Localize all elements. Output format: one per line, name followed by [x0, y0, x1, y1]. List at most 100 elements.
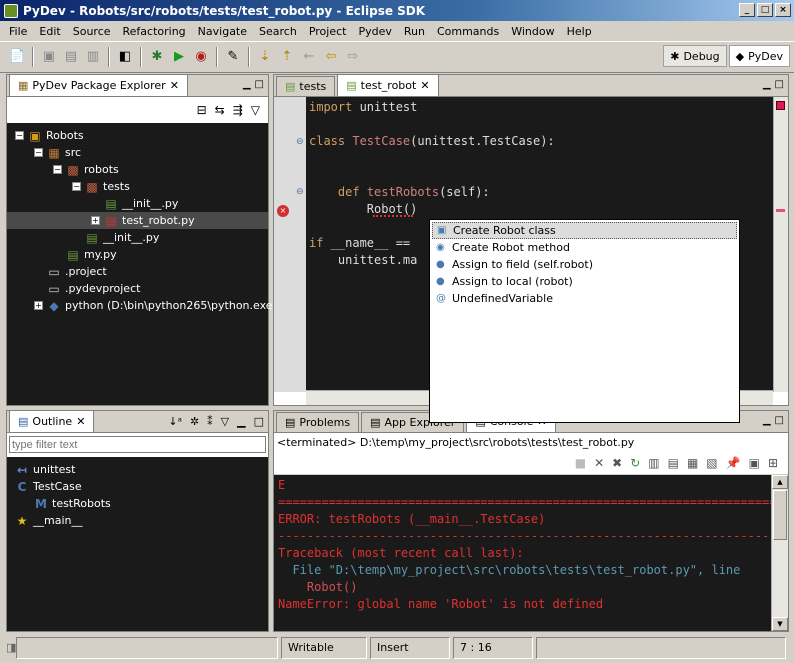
- console-output[interactable]: E =======================================…: [274, 475, 771, 631]
- menu-window[interactable]: Window: [505, 25, 560, 38]
- run-icon[interactable]: ▶: [171, 49, 187, 65]
- editor-tab-tests[interactable]: ▤ tests: [276, 76, 336, 96]
- show-on-output-icon[interactable]: ▧: [706, 456, 717, 470]
- tree-item[interactable]: ▭ .pydevproject: [7, 280, 268, 297]
- tree-item[interactable]: ▤ __init__.py: [7, 195, 268, 212]
- collapse-icon[interactable]: −: [15, 131, 24, 140]
- open-console-icon[interactable]: ⊞: [768, 456, 778, 470]
- tree-item[interactable]: − ▦ src: [7, 144, 268, 161]
- view-menu-icon[interactable]: ▽: [251, 103, 260, 117]
- expand-icon[interactable]: +: [91, 216, 100, 225]
- clear-console-icon[interactable]: ▥: [648, 456, 659, 470]
- menu-navigate[interactable]: Navigate: [192, 25, 253, 38]
- tree-item[interactable]: + ◆ python (D:\bin\python265\python.exe): [7, 297, 277, 314]
- menu-pydev[interactable]: Pydev: [352, 25, 397, 38]
- perspective-debug[interactable]: ✱ Debug: [663, 45, 727, 67]
- debug-icon[interactable]: ✱: [149, 49, 165, 65]
- collapse-icon[interactable]: −: [72, 182, 81, 191]
- pin-console-icon[interactable]: 📌: [726, 456, 741, 470]
- fold-icon[interactable]: ⊖: [296, 137, 304, 147]
- remove-launch-icon[interactable]: ✕: [594, 456, 604, 470]
- expand-icon[interactable]: +: [34, 301, 43, 310]
- quick-fix-item[interactable]: ▣ Create Robot class: [432, 222, 737, 239]
- menu-file[interactable]: File: [3, 25, 33, 38]
- new-icon[interactable]: 📄: [9, 49, 25, 65]
- outline-filter-input[interactable]: [9, 436, 266, 453]
- open-type-icon[interactable]: ◧: [117, 49, 133, 65]
- maximize-view-icon[interactable]: □: [254, 415, 264, 428]
- close-icon[interactable]: ✕: [170, 79, 179, 92]
- minimize-view-icon[interactable]: ▁: [237, 415, 245, 428]
- tree-item[interactable]: MtestRobots: [7, 495, 268, 512]
- tree-item[interactable]: − ▩ robots: [7, 161, 268, 178]
- error-marker-icon[interactable]: ×: [277, 205, 289, 217]
- tab-package-explorer[interactable]: ▦ PyDev Package Explorer ✕: [9, 74, 188, 96]
- prev-annotation-icon[interactable]: ⇡: [279, 49, 295, 65]
- print-icon[interactable]: ▥: [85, 49, 101, 65]
- terminate-icon[interactable]: ■: [575, 456, 586, 470]
- fold-icon[interactable]: ⊖: [296, 187, 304, 197]
- word-wrap-icon[interactable]: ▦: [687, 456, 698, 470]
- next-annotation-icon[interactable]: ⇣: [257, 49, 273, 65]
- tree-item[interactable]: + ▤ test_robot.py: [7, 212, 268, 229]
- tree-item[interactable]: − ▩ tests: [7, 178, 268, 195]
- remove-all-icon[interactable]: ✖: [612, 456, 622, 470]
- scroll-lock-icon[interactable]: ▤: [668, 456, 679, 470]
- forward-icon[interactable]: ⇨: [345, 49, 361, 65]
- save-icon[interactable]: ▣: [41, 49, 57, 65]
- external-tools-icon[interactable]: ◉: [193, 49, 209, 65]
- menu-run[interactable]: Run: [398, 25, 431, 38]
- menu-project[interactable]: Project: [303, 25, 353, 38]
- menu-commands[interactable]: Commands: [431, 25, 505, 38]
- display-console-icon[interactable]: ▣: [749, 456, 760, 470]
- hide-static-icon[interactable]: ⁑: [207, 415, 213, 428]
- menu-search[interactable]: Search: [253, 25, 303, 38]
- quick-fix-item[interactable]: ◉ Create Robot method: [430, 239, 739, 256]
- tree-item[interactable]: ▤ my.py: [7, 246, 268, 263]
- collapse-all-icon[interactable]: ⊟: [197, 103, 207, 117]
- menu-source[interactable]: Source: [67, 25, 117, 38]
- tab-outline[interactable]: ▤ Outline ✕: [9, 410, 95, 432]
- collapse-icon[interactable]: −: [34, 148, 43, 157]
- tree-item[interactable]: C TestCase: [7, 478, 268, 495]
- back-history-icon[interactable]: ⇦: [323, 49, 339, 65]
- maximize-view-icon[interactable]: □: [255, 79, 264, 90]
- overview-marker[interactable]: [776, 209, 785, 212]
- editor-tab-test_robot[interactable]: ▤ test_robot ✕: [337, 74, 439, 96]
- overview-error-icon[interactable]: [776, 101, 785, 110]
- menu-edit[interactable]: Edit: [33, 25, 66, 38]
- tree-item[interactable]: ▭ .project: [7, 263, 268, 280]
- minimize-view-icon[interactable]: ▁: [763, 79, 771, 90]
- close-icon[interactable]: ✕: [420, 79, 429, 92]
- minimize-view-icon[interactable]: ▁: [763, 415, 771, 426]
- relaunch-icon[interactable]: ↻: [630, 456, 640, 470]
- hide-fields-icon[interactable]: ✲: [190, 415, 199, 428]
- save-all-icon[interactable]: ▤: [63, 49, 79, 65]
- maximize-button[interactable]: □: [757, 3, 773, 17]
- close-button[interactable]: ×: [775, 3, 791, 17]
- quick-fix-item[interactable]: ● Assign to field (self.robot): [430, 256, 739, 273]
- filter-icon[interactable]: ⇶: [233, 103, 243, 117]
- back-icon[interactable]: ←: [301, 49, 317, 65]
- tree-item[interactable]: ↤ unittest: [7, 461, 268, 478]
- close-icon[interactable]: ✕: [76, 415, 85, 428]
- fast-view-icon[interactable]: ◨: [6, 641, 16, 654]
- view-menu-icon[interactable]: ▽: [221, 415, 229, 428]
- perspective-pydev[interactable]: ◆ PyDev: [728, 45, 790, 67]
- scroll-down-arrow[interactable]: ▼: [772, 617, 788, 631]
- tree-item[interactable]: − ▣ Robots: [7, 127, 268, 144]
- maximize-view-icon[interactable]: □: [775, 415, 784, 426]
- tree-item[interactable]: ▤ __init__.py: [7, 229, 268, 246]
- scroll-up-arrow[interactable]: ▲: [772, 475, 788, 489]
- tree-item[interactable]: ★ __main__: [7, 512, 268, 529]
- collapse-icon[interactable]: −: [53, 165, 62, 174]
- quick-fix-item[interactable]: @ UndefinedVariable: [430, 290, 739, 307]
- link-editor-icon[interactable]: ⇆: [215, 103, 225, 117]
- menu-refactoring[interactable]: Refactoring: [117, 25, 192, 38]
- search-icon[interactable]: ✎: [225, 49, 241, 65]
- console-tab-problems[interactable]: ▤ Problems: [276, 412, 360, 432]
- menu-help[interactable]: Help: [561, 25, 598, 38]
- minimize-button[interactable]: _: [739, 3, 755, 17]
- quick-fix-item[interactable]: ● Assign to local (robot): [430, 273, 739, 290]
- maximize-view-icon[interactable]: □: [775, 79, 784, 90]
